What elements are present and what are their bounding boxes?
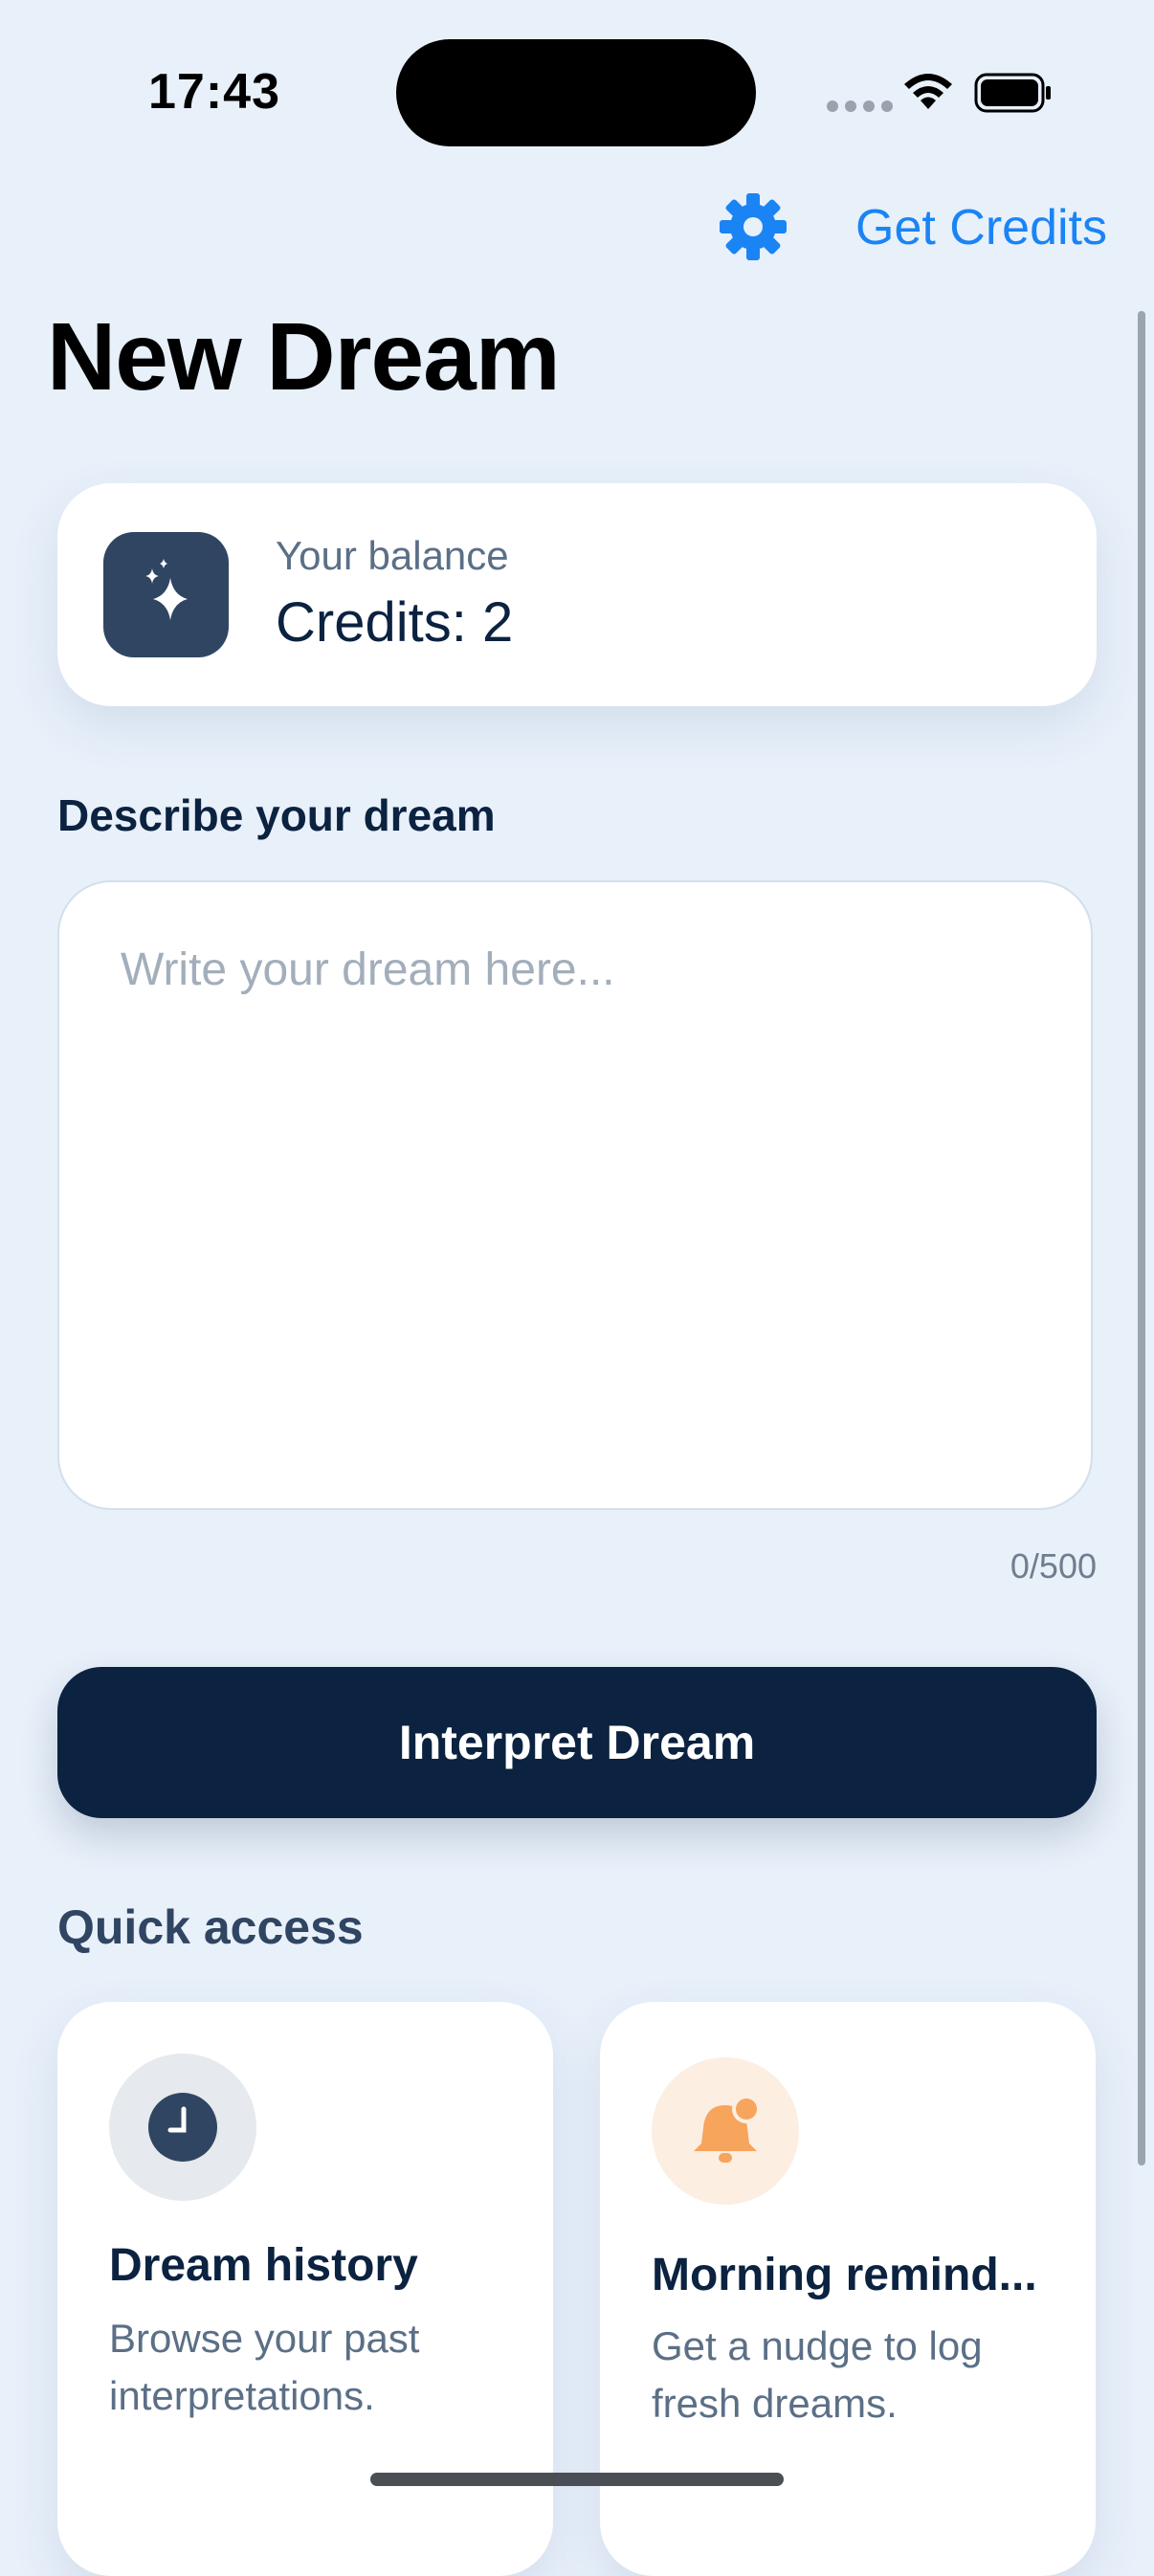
- interpret-dream-button[interactable]: Interpret Dream: [57, 1667, 1097, 1818]
- clock-icon: [148, 2093, 217, 2162]
- home-indicator[interactable]: [370, 2473, 784, 2486]
- cellular-signal-icon: [827, 100, 893, 112]
- settings-gear-icon[interactable]: [718, 191, 788, 262]
- status-time: 17:43: [148, 64, 280, 120]
- balance-icon-tile: [103, 532, 229, 657]
- scrollbar[interactable]: [1138, 311, 1145, 2165]
- wifi-icon: [904, 74, 952, 109]
- describe-dream-label: Describe your dream: [57, 790, 496, 840]
- morning-reminder-title: Morning remind...: [652, 2250, 1037, 2300]
- page-title: New Dream: [47, 303, 561, 411]
- morning-reminder-subtitle: Get a nudge to log fresh dreams.: [652, 2323, 983, 2426]
- dream-history-title: Dream history: [109, 2240, 418, 2291]
- bell-icon: [694, 2095, 761, 2163]
- dream-history-subtitle: Browse your past interpretations.: [109, 2316, 420, 2418]
- dynamic-island: [396, 39, 756, 146]
- battery-icon: [974, 73, 1051, 113]
- history-icon-circle: [109, 2054, 256, 2201]
- character-counter: 0/500: [1010, 1546, 1097, 1586]
- dream-history-card[interactable]: Dream history Browse your past interpret…: [57, 2002, 553, 2576]
- reminder-icon-circle: [652, 2057, 799, 2205]
- dream-input[interactable]: [57, 880, 1093, 1510]
- get-credits-link[interactable]: Get Credits: [855, 199, 1107, 256]
- sparkles-icon: [145, 559, 188, 620]
- credits-value: Credits: 2: [276, 591, 514, 654]
- quick-access-label: Quick access: [57, 1900, 364, 1954]
- morning-reminder-card[interactable]: Morning remind... Get a nudge to log fre…: [600, 2002, 1096, 2576]
- balance-label: Your balance: [276, 533, 509, 578]
- balance-card: Your balance Credits: 2: [57, 483, 1097, 706]
